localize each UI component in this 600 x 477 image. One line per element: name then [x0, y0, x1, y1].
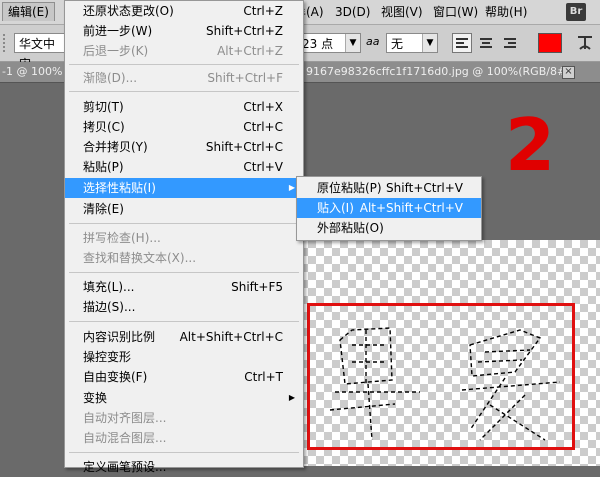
menu-item-paste-outside[interactable]: 外部粘贴(O)	[297, 218, 481, 238]
menu-separator	[69, 91, 299, 92]
menu-item-fade[interactable]: 渐隐(D)... Shift+Ctrl+F	[65, 68, 303, 88]
menu-item-copy[interactable]: 拷贝(C) Ctrl+C	[65, 117, 303, 137]
text-color-swatch[interactable]	[538, 33, 562, 53]
chevron-down-icon: ▼	[422, 34, 437, 52]
menu-item-stroke[interactable]: 描边(S)...	[65, 297, 303, 317]
menu-item-step-forward[interactable]: 前进一步(W) Shift+Ctrl+Z	[65, 21, 303, 41]
edit-menu: 还原状态更改(O) Ctrl+Z 前进一步(W) Shift+Ctrl+Z 后退一步…	[64, 0, 304, 474]
menu-item-find-replace[interactable]: 查找和替换文本(X)...	[65, 248, 303, 268]
menu-item-transform[interactable]: 变换 ▶	[65, 388, 303, 408]
menu-item-paste[interactable]: 粘贴(P) Ctrl+V	[65, 157, 303, 177]
menu-separator	[69, 64, 299, 65]
menu-item-fill[interactable]: 填充(L)... Shift+F5	[65, 277, 303, 297]
menu-item-cut[interactable]: 剪切(T) Ctrl+X	[65, 97, 303, 117]
bridge-button[interactable]: Br	[566, 3, 586, 21]
menu-item-spell-check[interactable]: 拼写检查(H)...	[65, 228, 303, 248]
menu-separator	[69, 223, 299, 224]
menu-item-step-backward[interactable]: 后退一步(K) Alt+Ctrl+Z	[65, 41, 303, 61]
anti-alias-value: 无	[391, 37, 404, 51]
menu-item-undo-state[interactable]: 还原状态更改(O) Ctrl+Z	[65, 1, 303, 21]
menu-item-copy-merged[interactable]: 合并拷贝(Y) Shift+Ctrl+C	[65, 137, 303, 157]
menu-item-define-brush[interactable]: 定义画笔预设...	[65, 457, 303, 477]
font-size-select[interactable]: 23 点 ▼	[297, 33, 361, 53]
align-left-button[interactable]	[452, 33, 472, 53]
menu-3d[interactable]: 3D(D)	[330, 3, 375, 21]
menu-item-clear[interactable]: 清除(E)	[65, 199, 303, 219]
anti-alias-select[interactable]: 无 ▼	[386, 33, 438, 53]
font-family-select[interactable]: 华文中宋	[14, 33, 66, 71]
submenu-arrow-icon: ▶	[288, 393, 295, 402]
red-selection-frame	[307, 303, 575, 450]
menu-separator	[69, 272, 299, 273]
tab-left-document[interactable]: -1 @ 100% (	[2, 62, 70, 82]
align-center-button[interactable]	[476, 33, 496, 53]
menu-item-paste-in-place[interactable]: 原位粘贴(P) Shift+Ctrl+V	[297, 178, 481, 198]
menu-item-puppet-warp[interactable]: 操控变形	[65, 347, 303, 367]
chevron-down-icon: ▼	[345, 34, 360, 52]
menu-window[interactable]: 窗口(W)	[428, 3, 483, 21]
submenu-arrow-icon: ▶	[288, 183, 295, 192]
align-right-button[interactable]	[500, 33, 520, 53]
menu-item-content-aware-scale[interactable]: 内容识别比例 Alt+Shift+Ctrl+C	[65, 327, 303, 347]
menu-item-paste-into[interactable]: 贴入(I) Alt+Shift+Ctrl+V	[297, 198, 481, 218]
menu-item-free-transform[interactable]: 自由变换(F) Ctrl+T	[65, 367, 303, 387]
menu-edit[interactable]: 编辑(E)	[2, 2, 55, 21]
warp-text-icon[interactable]	[574, 33, 596, 53]
menu-help[interactable]: 帮助(H)	[480, 3, 532, 21]
close-icon[interactable]: ×	[562, 66, 575, 79]
tab-active-document[interactable]: 9167e98326cffc1f1716d0.jpg @ 100%(RGB/8#…	[306, 62, 570, 82]
anti-alias-icon: aa	[366, 35, 380, 48]
menu-item-auto-blend-layers[interactable]: 自动混合图层...	[65, 428, 303, 448]
paste-special-submenu: 原位粘贴(P) Shift+Ctrl+V 贴入(I) Alt+Shift+Ctrl+…	[296, 176, 482, 241]
menu-separator	[69, 452, 299, 453]
grip-handle[interactable]	[3, 34, 11, 52]
menu-item-paste-special[interactable]: 选择性粘贴(I) ▶	[65, 178, 303, 198]
menu-separator	[69, 321, 299, 322]
font-size-value: 23 点	[302, 37, 334, 51]
menu-view[interactable]: 视图(V)	[376, 3, 428, 21]
menu-item-auto-align-layers[interactable]: 自动对齐图层...	[65, 408, 303, 428]
